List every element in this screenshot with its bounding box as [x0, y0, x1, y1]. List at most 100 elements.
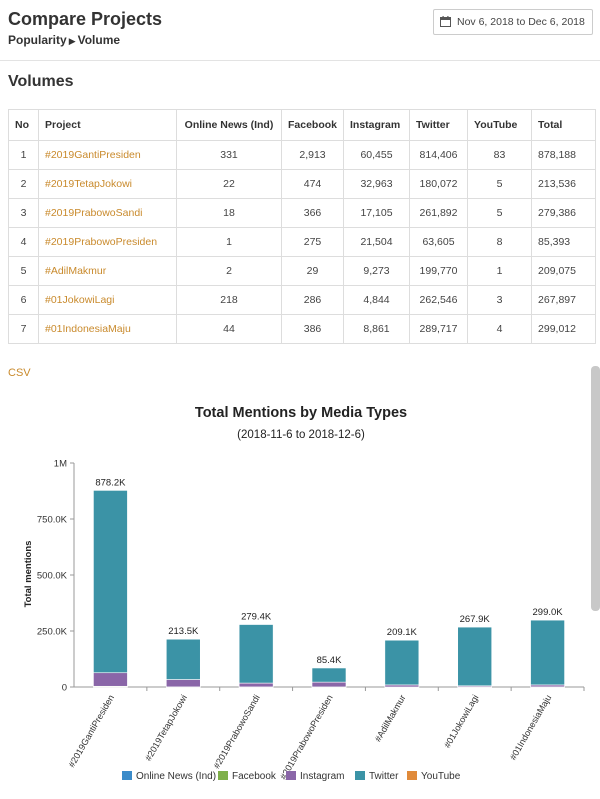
table-row: 2 #2019TetapJokowi 22 474 32,963 180,072 5 213,…: [8, 169, 596, 199]
bar-segment-twitter[interactable]: [93, 490, 128, 674]
bar-total-label: 209.1K: [387, 627, 418, 638]
legend-item[interactable]: Twitter: [355, 771, 399, 782]
page-header: Compare Projects Popularity ▶ Volume Nov 6…: [0, 0, 600, 61]
legend-swatch: [218, 771, 228, 780]
bar-segment-instagram[interactable]: [238, 682, 274, 688]
bar-total-label: 267.9K: [460, 614, 491, 625]
chart-title: Total Mentions by Media Types: [195, 405, 407, 421]
online-news-value: 331: [176, 140, 282, 170]
instagram-value: 32,963: [343, 169, 411, 199]
online-news-value: 2: [176, 256, 282, 286]
project-link[interactable]: #AdilMakmur: [38, 256, 177, 286]
project-link[interactable]: #2019GantiPresiden: [38, 140, 177, 170]
bar-segment-twitter[interactable]: [165, 638, 201, 680]
total-value: 878,188: [531, 140, 596, 170]
breadcrumb: Popularity ▶ Volume: [8, 33, 120, 47]
table-row: 6 #01JokowiLagi 218 286 4,844 262,546 3 267,897: [8, 285, 596, 315]
bar-segment-instagram[interactable]: [384, 684, 420, 688]
legend-label: Instagram: [300, 771, 344, 782]
column-header-no: No: [8, 109, 39, 141]
bar-segment-twitter[interactable]: [238, 624, 274, 684]
row-no: 5: [8, 256, 39, 286]
total-value: 279,386: [531, 198, 596, 228]
twitter-value: 199,770: [409, 256, 469, 286]
y-tick-label: 500.0K: [37, 571, 68, 582]
breadcrumb-separator-icon: ▶: [68, 36, 76, 46]
column-header-total: Total: [531, 109, 596, 141]
total-value: 267,897: [531, 285, 596, 315]
bar-total-label: 878.2K: [95, 477, 126, 488]
column-header-project: Project: [38, 109, 177, 141]
table-row: 5 #AdilMakmur 2 29 9,273 199,770 1 209,075: [8, 256, 596, 286]
legend-item[interactable]: YouTube: [407, 771, 461, 782]
row-no: 1: [8, 140, 39, 170]
project-link[interactable]: #01IndonesiaMaju: [38, 314, 177, 344]
calendar-icon: [440, 16, 451, 27]
row-no: 2: [8, 169, 39, 199]
x-tick-label: #AdilMakmur: [373, 693, 408, 743]
csv-download-link[interactable]: CSV: [8, 367, 31, 379]
youtube-value: 8: [467, 227, 533, 257]
online-news-value: 1: [176, 227, 282, 257]
project-link[interactable]: #2019PrabowoPresiden: [38, 227, 177, 257]
facebook-value: 2,913: [280, 140, 345, 170]
twitter-value: 63,605: [409, 227, 469, 257]
bar-total-label: 279.4K: [241, 611, 272, 622]
facebook-value: 474: [280, 169, 345, 199]
total-value: 85,393: [531, 227, 596, 257]
instagram-value: 4,844: [343, 285, 411, 315]
mentions-chart: Total Mentions by Media Types (2018-11-6…: [23, 405, 585, 782]
legend-item[interactable]: Instagram: [286, 771, 344, 782]
online-news-value: 44: [176, 314, 282, 344]
x-tick-label: #2019TetapJokowi: [143, 693, 189, 763]
bar-segment-instagram[interactable]: [93, 672, 128, 687]
instagram-value: 9,273: [343, 256, 411, 286]
twitter-value: 180,072: [409, 169, 469, 199]
online-news-value: 18: [176, 198, 282, 228]
legend-item[interactable]: Online News (Ind): [122, 771, 216, 782]
bar-segment-instagram[interactable]: [165, 679, 201, 688]
facebook-value: 29: [280, 256, 345, 286]
x-tick-label: #2019PrabowoPresiden: [278, 693, 335, 781]
row-no: 7: [8, 314, 39, 344]
legend-label: Facebook: [232, 771, 277, 782]
y-axis-title: Total mentions: [23, 541, 34, 608]
table-row: 3 #2019PrabowoSandi 18 366 17,105 261,892 5 279…: [8, 198, 596, 228]
table-row: 7 #01IndonesiaMaju 44 386 8,861 289,717 4 299,0…: [8, 314, 596, 344]
online-news-value: 218: [176, 285, 282, 315]
instagram-value: 17,105: [343, 198, 411, 228]
youtube-value: 1: [467, 256, 533, 286]
bar-segment-twitter[interactable]: [384, 639, 420, 686]
column-header-facebook: Facebook: [280, 109, 345, 141]
column-header-instagram: Instagram: [343, 109, 411, 141]
y-tick-label: 1M: [54, 459, 67, 470]
bar-total-label: 85.4K: [317, 655, 342, 666]
legend-swatch: [407, 771, 417, 780]
total-value: 209,075: [531, 256, 596, 286]
twitter-value: 262,546: [409, 285, 469, 315]
legend-item[interactable]: Facebook: [218, 771, 277, 782]
youtube-value: 83: [467, 140, 533, 170]
twitter-value: 289,717: [409, 314, 469, 344]
date-range-picker[interactable]: Nov 6, 2018 to Dec 6, 2018: [433, 9, 593, 35]
y-tick-label: 0: [62, 683, 67, 694]
project-link[interactable]: #2019TetapJokowi: [38, 169, 177, 199]
table-header-row: No Project Online News (Ind) Facebook In…: [8, 109, 596, 141]
bar-segment-instagram[interactable]: [311, 681, 347, 688]
bar-segment-twitter[interactable]: [530, 619, 565, 686]
row-no: 3: [8, 198, 39, 228]
instagram-value: 60,455: [343, 140, 411, 170]
bar-segment-twitter[interactable]: [457, 626, 493, 687]
bar-segment-twitter[interactable]: [311, 667, 347, 683]
x-tick-label: #2019GantiPresiden: [66, 693, 116, 769]
legend-swatch: [122, 771, 132, 780]
y-tick-label: 250.0K: [37, 627, 68, 638]
project-link[interactable]: #2019PrabowoSandi: [38, 198, 177, 228]
row-no: 6: [8, 285, 39, 315]
project-link[interactable]: #01JokowiLagi: [38, 285, 177, 315]
breadcrumb-popularity[interactable]: Popularity: [8, 33, 67, 47]
page-title: Compare Projects: [8, 9, 163, 29]
online-news-value: 22: [176, 169, 282, 199]
facebook-value: 275: [280, 227, 345, 257]
bar-total-label: 213.5K: [168, 626, 199, 637]
